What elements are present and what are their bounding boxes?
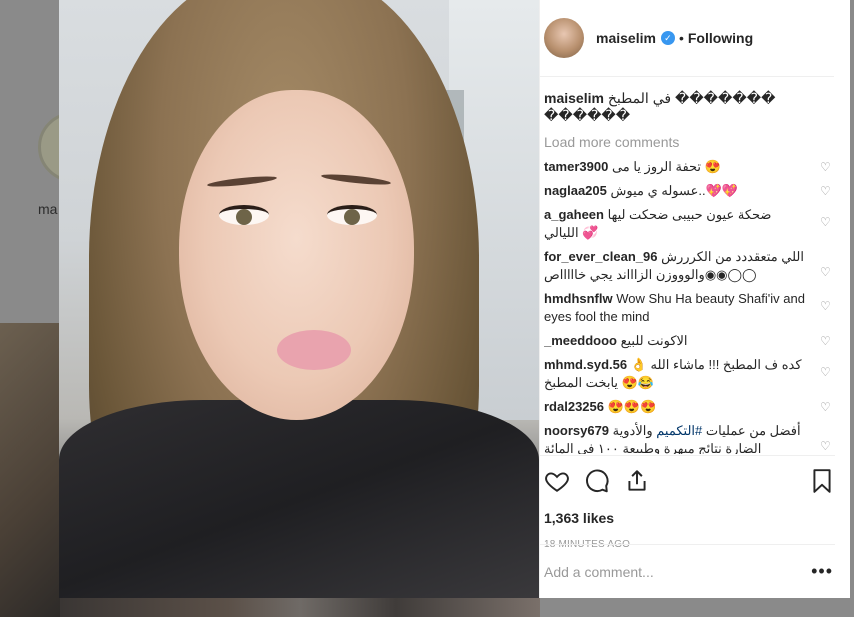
comment-item: for_ever_clean_96 اللي متعقددد من الكررر… [544, 248, 835, 284]
comment-like-heart-icon[interactable]: ♡ [820, 335, 832, 347]
background-post-thumbnail[interactable] [60, 598, 540, 617]
comment-username[interactable]: tamer3900 [544, 159, 608, 174]
comment-hashtag[interactable]: #التكميم [656, 423, 702, 438]
photo-eye [327, 205, 377, 225]
comment-username[interactable]: mhmd.syd.56 [544, 357, 627, 372]
comment-text: تحفة الروز يا مى 😍 [611, 159, 721, 174]
comment-like-heart-icon[interactable]: ♡ [820, 216, 832, 228]
separator-dot: • [678, 30, 684, 46]
comment-like-heart-icon[interactable]: ♡ [820, 300, 832, 312]
photo-coat [59, 400, 539, 598]
comment-like-heart-icon[interactable]: ♡ [820, 266, 832, 278]
comment-text: أفضل من عمليات [705, 423, 801, 438]
add-comment-bar: Add a comment... ••• [540, 544, 835, 598]
post-photo[interactable] [59, 0, 539, 598]
post-side-panel: maiselim ✓ • Following maiselim في المطب… [539, 0, 850, 598]
comment-like-heart-icon[interactable]: ♡ [820, 161, 832, 173]
comment-username[interactable]: _meeddooo [544, 333, 617, 348]
author-avatar[interactable] [544, 18, 584, 58]
photo-face [179, 90, 414, 420]
background-profile-name: ma [38, 201, 58, 217]
comment-item: hmdhsnflw Wow Shu Ha beauty Shafi'iv and… [544, 290, 835, 326]
bookmark-icon[interactable] [809, 468, 835, 494]
comment-username[interactable]: noorsy679 [544, 423, 609, 438]
caption-username[interactable]: maiselim [544, 90, 604, 106]
comment-item: noorsy679 أفضل من عمليات #التكميم والأدو… [544, 422, 835, 454]
comment-bubble-icon[interactable] [584, 468, 610, 494]
comment-text: 😍😍😍 [607, 399, 657, 414]
comment-text: عسوله ي ميوش..💖💖 [610, 183, 738, 198]
following-button[interactable]: Following [688, 30, 753, 46]
post-header: maiselim ✓ • Following [540, 0, 834, 77]
comment-username[interactable]: for_ever_clean_96 [544, 249, 657, 264]
comment-like-heart-icon[interactable]: ♡ [820, 366, 832, 378]
comment-item: tamer3900 تحفة الروز يا مى 😍 ♡ [544, 158, 835, 176]
heart-icon[interactable] [544, 468, 570, 494]
photo-eye [219, 205, 269, 225]
comment-like-heart-icon[interactable]: ♡ [820, 401, 832, 413]
post-modal: maiselim ✓ • Following maiselim في المطب… [59, 0, 850, 598]
action-icons-row [544, 466, 835, 496]
share-icon[interactable] [624, 468, 650, 494]
comment-username[interactable]: naglaa205 [544, 183, 607, 198]
author-username[interactable]: maiselim [596, 30, 656, 46]
comment-username[interactable]: a_gaheen [544, 207, 604, 222]
comment-like-heart-icon[interactable]: ♡ [820, 185, 832, 197]
comment-like-heart-icon[interactable]: ♡ [820, 440, 832, 452]
more-options-icon[interactable]: ••• [811, 561, 833, 582]
photo-lips [277, 330, 351, 370]
background-post-thumbnail[interactable] [540, 598, 854, 617]
comment-item: mhmd.syd.56 كده ف المطبخ !!! ماشاء الله … [544, 356, 835, 392]
likes-count[interactable]: 1,363 likes [544, 510, 835, 526]
background-post-thumbnail[interactable] [0, 323, 60, 617]
verified-badge-icon: ✓ [660, 31, 675, 45]
comment-item: naglaa205 عسوله ي ميوش..💖💖 ♡ [544, 182, 835, 200]
comments-list[interactable]: maiselim في المطبخ ������� ������ Load m… [544, 90, 835, 454]
load-more-comments-link[interactable]: Load more comments [544, 134, 835, 150]
comment-item: _meeddooo الاكونت للبيع ♡ [544, 332, 835, 350]
add-comment-input[interactable]: Add a comment... [544, 564, 811, 580]
comment-username[interactable]: hmdhsnflw [544, 291, 613, 306]
post-caption: maiselim في المطبخ ������� ������ [544, 90, 835, 124]
post-actions: 1,363 likes 18 MINUTES AGO [540, 455, 835, 550]
comment-item: a_gaheen ضحكة عيون حبيبى ضحكت ليها الليا… [544, 206, 835, 242]
comment-item: rdal23256 😍😍😍 ♡ [544, 398, 835, 416]
comment-text: الاكونت للبيع [620, 333, 688, 348]
comment-username[interactable]: rdal23256 [544, 399, 604, 414]
